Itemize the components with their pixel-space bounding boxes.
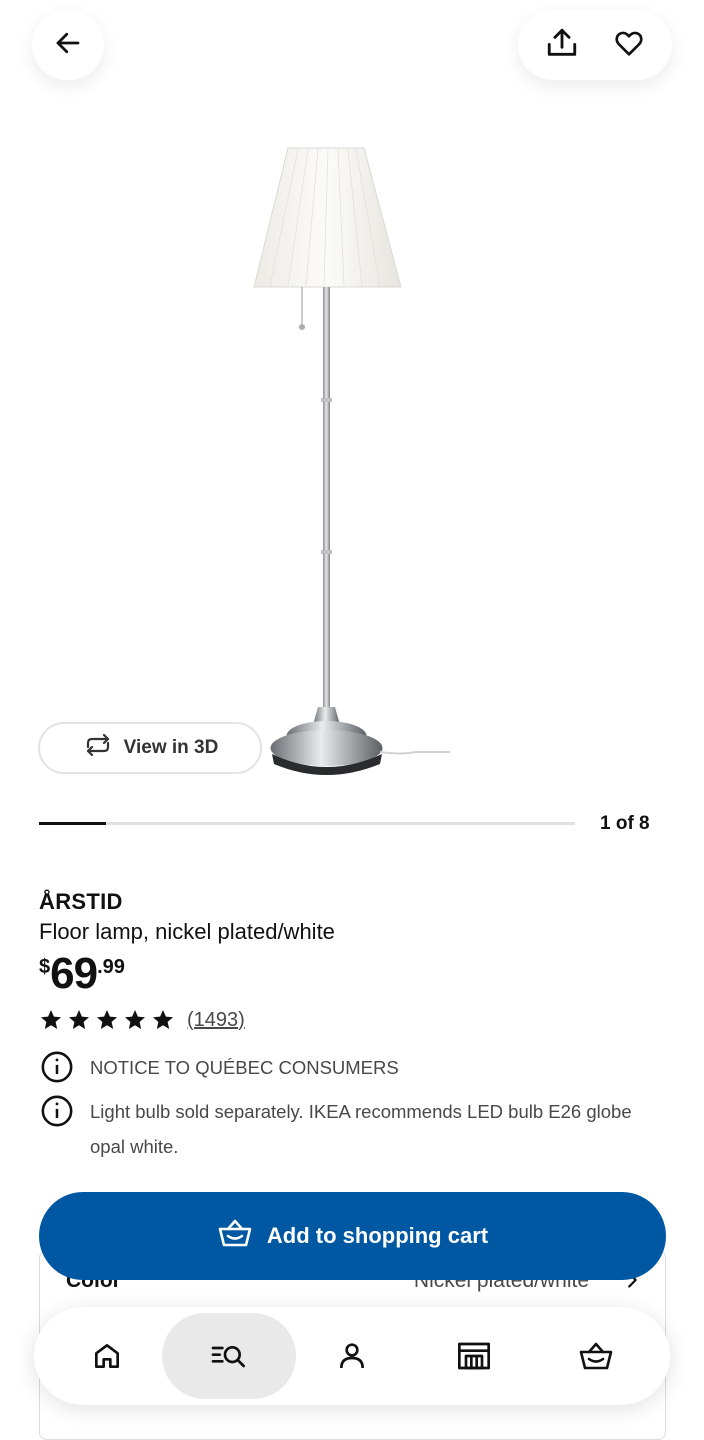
gallery-progress-fill — [39, 822, 106, 825]
store-icon — [458, 1342, 490, 1370]
favorite-button[interactable] — [604, 20, 654, 70]
product-description: Floor lamp, nickel plated/white — [39, 919, 335, 944]
quebec-notice[interactable]: NOTICE TO QUÉBEC CONSUMERS — [40, 1050, 399, 1085]
star-icon — [41, 1010, 61, 1029]
view-in-3d-label: View in 3D — [123, 737, 219, 758]
price-integer: 69 — [50, 949, 98, 998]
share-icon — [545, 26, 579, 65]
product-price: $ 69 .99 — [39, 950, 125, 998]
add-to-cart-button[interactable]: Add to shopping cart — [39, 1192, 666, 1280]
notice-text: NOTICE TO QUÉBEC CONSUMERS — [90, 1057, 399, 1078]
light-bulb-notice: Light bulb sold separately. IKEA recomme… — [40, 1094, 640, 1164]
arrow-left-icon — [53, 28, 83, 63]
nav-search[interactable] — [162, 1313, 296, 1399]
gallery-progress-bar[interactable] — [39, 822, 575, 825]
rotate-3d-icon — [82, 733, 114, 762]
star-icon — [97, 1010, 117, 1029]
home-icon — [95, 1344, 119, 1368]
price-currency: $ — [39, 956, 51, 978]
view-in-3d-button[interactable]: View in 3D — [38, 722, 262, 774]
star-icon — [125, 1010, 145, 1029]
profile-icon — [340, 1343, 364, 1369]
search-icon — [211, 1346, 245, 1368]
rating-count[interactable]: (1493) — [187, 1009, 245, 1032]
nav-store[interactable] — [407, 1313, 541, 1399]
cart-icon — [579, 1342, 613, 1370]
product-image[interactable] — [240, 140, 470, 780]
info-icon — [41, 1051, 73, 1083]
star-icon — [69, 1010, 89, 1029]
share-button[interactable] — [537, 20, 587, 70]
nav-home[interactable] — [40, 1313, 174, 1399]
basket-icon — [217, 1218, 253, 1254]
product-rating[interactable]: (1493) — [39, 1008, 245, 1032]
nav-cart[interactable] — [529, 1313, 663, 1399]
add-to-cart-label: Add to shopping cart — [266, 1223, 489, 1248]
info-icon — [41, 1095, 73, 1127]
bottom-navigation — [34, 1307, 670, 1405]
notice-text: Light bulb sold separately. IKEA recomme… — [90, 1101, 632, 1157]
back-button[interactable] — [32, 10, 104, 80]
heart-icon — [613, 27, 645, 64]
star-icon — [153, 1010, 173, 1029]
product-name: ÅRSTID — [39, 889, 123, 914]
gallery-counter: 1 of 8 — [600, 813, 650, 834]
top-actions — [518, 10, 672, 80]
nav-profile[interactable] — [285, 1313, 419, 1399]
price-decimal: .99 — [97, 956, 125, 978]
